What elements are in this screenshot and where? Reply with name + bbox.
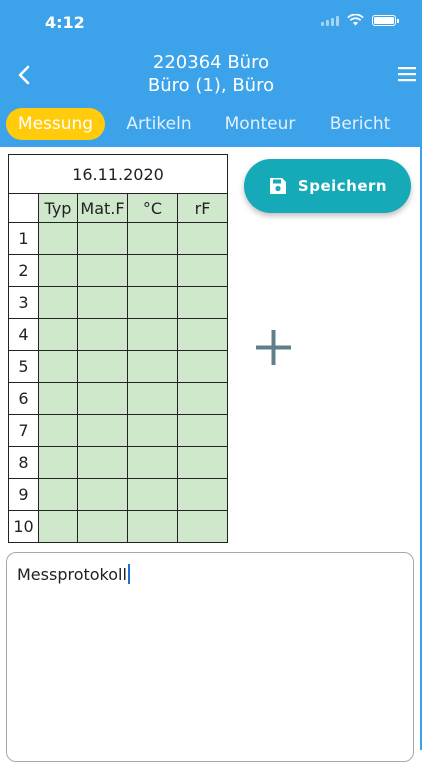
table-cell[interactable] xyxy=(177,318,228,351)
battery-icon xyxy=(372,14,399,26)
table-cell[interactable] xyxy=(77,350,128,383)
tab-artikeln[interactable]: Artikeln xyxy=(118,108,200,140)
tab-bericht[interactable]: Bericht xyxy=(322,108,398,140)
tab-monteur[interactable]: Monteur xyxy=(218,108,302,140)
table-cell[interactable] xyxy=(38,382,78,415)
table-header-row: Typ Mat.F °C rF xyxy=(8,193,228,223)
table-cell[interactable] xyxy=(77,414,128,447)
table-row: 9 xyxy=(8,478,228,511)
signal-icon xyxy=(321,15,339,26)
table-cell[interactable] xyxy=(77,254,128,287)
status-icons xyxy=(321,14,399,26)
text-cursor xyxy=(127,564,130,584)
row-number: 4 xyxy=(8,318,39,351)
table-cell[interactable] xyxy=(127,254,178,287)
table-date: 16.11.2020 xyxy=(8,154,228,194)
table-cell[interactable] xyxy=(38,254,78,287)
row-number: 2 xyxy=(8,254,39,287)
page-title-line1: 220364 Büro xyxy=(152,52,270,73)
table-cell[interactable] xyxy=(177,478,228,511)
table-cell[interactable] xyxy=(38,318,78,351)
floppy-disk-icon xyxy=(269,178,286,194)
table-cell[interactable] xyxy=(38,414,78,447)
column-header-celsius: °C xyxy=(127,193,178,223)
notes-text: Messprotokoll xyxy=(17,565,127,584)
table-cell[interactable] xyxy=(177,350,228,383)
table-cell[interactable] xyxy=(127,478,178,511)
column-header-rf: rF xyxy=(177,193,228,223)
table-row: 8 xyxy=(8,446,228,479)
table-cell[interactable] xyxy=(38,286,78,319)
table-cell[interactable] xyxy=(127,350,178,383)
table-cell[interactable] xyxy=(127,382,178,415)
notes-textarea[interactable]: Messprotokoll xyxy=(6,552,414,762)
table-row: 6 xyxy=(8,382,228,415)
table-cell[interactable] xyxy=(77,478,128,511)
table-cell[interactable] xyxy=(177,286,228,319)
column-header-mat-f: Mat.F xyxy=(77,193,128,223)
wifi-icon xyxy=(347,14,364,26)
row-number: 3 xyxy=(8,286,39,319)
page-title-line2: Büro (1), Büro xyxy=(147,75,275,96)
table-cell[interactable] xyxy=(177,446,228,479)
row-number: 5 xyxy=(8,350,39,383)
table-cell[interactable] xyxy=(177,254,228,287)
table-row: 7 xyxy=(8,414,228,447)
row-number: 6 xyxy=(8,382,39,415)
measurement-table: 16.11.2020 Typ Mat.F °C rF 1 2 3 4 5 6 7… xyxy=(8,154,228,543)
table-row: 10 xyxy=(8,510,228,543)
table-cell[interactable] xyxy=(127,286,178,319)
table-cell[interactable] xyxy=(127,414,178,447)
header-blank-cell xyxy=(8,193,39,223)
table-cell[interactable] xyxy=(177,510,228,543)
table-cell[interactable] xyxy=(77,510,128,543)
table-row: 1 xyxy=(8,222,228,255)
page-title: 220364 Büro Büro (1), Büro xyxy=(0,51,422,97)
table-cell[interactable] xyxy=(77,222,128,255)
table-row: 2 xyxy=(8,254,228,287)
table-cell[interactable] xyxy=(177,414,228,447)
table-cell[interactable] xyxy=(38,446,78,479)
table-row: 4 xyxy=(8,318,228,351)
table-row: 3 xyxy=(8,286,228,319)
column-header-typ: Typ xyxy=(38,193,78,223)
table-cell[interactable] xyxy=(38,510,78,543)
row-number: 10 xyxy=(8,510,39,543)
row-number: 8 xyxy=(8,446,39,479)
table-cell[interactable] xyxy=(127,446,178,479)
table-cell[interactable] xyxy=(177,382,228,415)
table-cell[interactable] xyxy=(127,318,178,351)
plus-icon[interactable] xyxy=(255,329,292,366)
table-cell[interactable] xyxy=(127,222,178,255)
row-number: 9 xyxy=(8,478,39,511)
status-time: 4:12 xyxy=(45,13,85,32)
app-header: 4:12 220364 Büro Büro (1), Büro Messung … xyxy=(0,0,422,147)
tab-messung[interactable]: Messung xyxy=(6,108,105,140)
table-cell[interactable] xyxy=(77,446,128,479)
table-cell[interactable] xyxy=(177,222,228,255)
save-button[interactable]: Speichern xyxy=(244,159,411,213)
table-cell[interactable] xyxy=(38,478,78,511)
hamburger-menu-icon[interactable] xyxy=(398,66,416,82)
tab-bar: Messung Artikeln Monteur Bericht xyxy=(0,108,422,142)
table-row: 5 xyxy=(8,350,228,383)
table-cell[interactable] xyxy=(77,382,128,415)
table-cell[interactable] xyxy=(38,222,78,255)
table-cell[interactable] xyxy=(38,350,78,383)
row-number: 7 xyxy=(8,414,39,447)
table-cell[interactable] xyxy=(77,318,128,351)
row-number: 1 xyxy=(8,222,39,255)
table-cell[interactable] xyxy=(77,286,128,319)
save-button-label: Speichern xyxy=(297,177,388,195)
table-cell[interactable] xyxy=(127,510,178,543)
